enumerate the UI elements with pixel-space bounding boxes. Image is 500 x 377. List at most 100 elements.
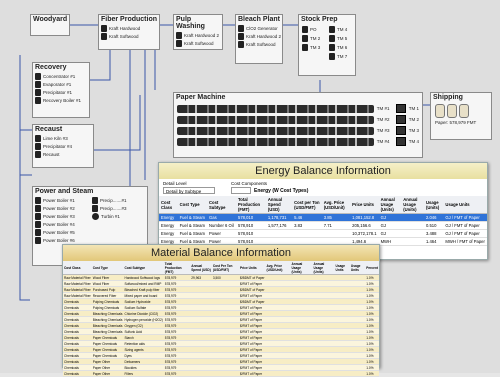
recovery-title: Recovery bbox=[35, 64, 67, 71]
fiber-item: Kraft Softwood bbox=[101, 33, 157, 40]
washer-icon bbox=[176, 40, 182, 47]
tank-icon bbox=[35, 151, 41, 158]
stock-item: TM 5 bbox=[329, 35, 352, 42]
recaust-item: Lime Kiln #3 bbox=[35, 135, 91, 142]
table-cell: GJ bbox=[378, 229, 402, 238]
column-header[interactable]: Cost Class bbox=[159, 196, 178, 214]
pulp-washing-title: Pulp Washing bbox=[176, 16, 205, 30]
boiler-item: Power Boiler #3 bbox=[35, 213, 88, 220]
energy-table: Cost Class Cost Type Cost Subtype Total Pro… bbox=[159, 196, 487, 246]
table-cell bbox=[349, 370, 366, 377]
table-cell: GJ / FMT of Paper bbox=[443, 221, 487, 230]
boiler-item: Power Boiler #2 bbox=[35, 205, 88, 212]
table-cell bbox=[321, 229, 351, 238]
stock-prep-grid: PO TM 4 TM 2 TM 5 TM 3 TM 6 TM 7 bbox=[299, 24, 355, 62]
column-header[interactable]: Usage Units bbox=[349, 261, 366, 275]
recovery-node[interactable]: Recovery Concentrator #1 Evaporator #1 P… bbox=[32, 62, 90, 118]
column-header[interactable]: Total Production (FMT) bbox=[236, 196, 266, 214]
table-cell bbox=[290, 370, 313, 377]
column-header[interactable]: Usage Units bbox=[334, 261, 350, 275]
column-header[interactable]: Annual Usage (Units) bbox=[290, 261, 313, 275]
tank-icon bbox=[302, 35, 308, 42]
boiler-icon bbox=[35, 213, 41, 220]
paper-roll-icon bbox=[435, 104, 445, 118]
column-header[interactable]: Cost Class bbox=[63, 261, 92, 275]
energy-table-body: Energy Fuel & Steam Gas 578,010 1,178,731 5.4… bbox=[159, 213, 487, 246]
table-cell: GJ bbox=[378, 221, 402, 230]
table-cell: 1,081,152.8 bbox=[350, 213, 379, 222]
paper-machine-row: TM #2 TM 2 bbox=[177, 115, 419, 124]
column-header[interactable]: Annual Spend (USD) bbox=[265, 196, 293, 214]
paper-machine-row: TM #1 TM 1 bbox=[177, 104, 419, 113]
paper-rolls bbox=[431, 102, 491, 120]
reel-icon bbox=[395, 104, 406, 113]
column-header[interactable]: Annual Usage (Units) bbox=[378, 196, 402, 214]
material-balance-panel: Material Balance Information Cost Class C… bbox=[62, 244, 380, 377]
recovery-item: Evaporator #1 bbox=[35, 81, 87, 88]
fiber-production-title: Fiber Production bbox=[101, 16, 157, 23]
stock-prep-node[interactable]: Stock Prep PO TM 4 TM 2 TM 5 TM 3 TM 6 T… bbox=[298, 14, 356, 76]
tank-icon bbox=[329, 35, 335, 42]
column-header[interactable]: Cost Type bbox=[177, 196, 207, 214]
fiber-production-node[interactable]: Fiber Production Kraft Hardwood Kraft So… bbox=[98, 14, 160, 50]
table-row[interactable]: Energy Fuel & Steam Gas 578,010 1,178,731 5.4… bbox=[159, 213, 487, 222]
table-cell bbox=[401, 237, 424, 246]
digester-icon bbox=[101, 33, 107, 40]
table-cell: 1.464 bbox=[423, 237, 444, 246]
column-header[interactable]: Cost Per Ton (USD/FMT) bbox=[211, 261, 239, 275]
table-cell: Fuel & Steam bbox=[177, 213, 207, 222]
table-cell bbox=[312, 370, 335, 377]
column-header[interactable]: Avg. Price (USD/Unit) bbox=[321, 196, 351, 214]
table-cell: Fuel & Steam bbox=[177, 221, 207, 230]
column-header[interactable]: Usage (Units) bbox=[423, 196, 444, 214]
table-cell: 3.85 bbox=[321, 213, 351, 222]
table-cell: 578,910 bbox=[236, 221, 266, 230]
column-header[interactable]: Cost Subtype bbox=[123, 261, 164, 275]
table-cell: GJ bbox=[378, 213, 402, 222]
table-row[interactable]: Chemicals Paper Other Fillers 578,979 $/FMT … bbox=[63, 370, 379, 377]
woodyard-title: Woodyard bbox=[33, 16, 68, 23]
column-header[interactable]: Total Production (FMT) bbox=[163, 261, 191, 275]
paper-machine-node[interactable]: Paper Machine TM #1 TM 1 TM #2 TM 2 TM #3 T… bbox=[173, 92, 423, 158]
column-header[interactable]: Price Units bbox=[350, 196, 379, 214]
bleach-plant-node[interactable]: Bleach Plant ClO2 Generator Kraft Hardwo… bbox=[235, 14, 283, 64]
column-header[interactable]: Annual Usage (Units) bbox=[312, 261, 335, 275]
recaust-item: Precipitator #4 bbox=[35, 143, 91, 150]
generator-icon bbox=[238, 25, 244, 32]
boiler-icon bbox=[35, 229, 41, 236]
column-header[interactable]: Usage Units bbox=[443, 196, 487, 214]
stock-item bbox=[302, 53, 325, 60]
bleach-tower-icon bbox=[238, 41, 244, 48]
table-cell: 2.046 bbox=[423, 213, 444, 222]
column-header[interactable]: Percent bbox=[365, 261, 379, 275]
material-balance-title: Material Balance Information bbox=[63, 245, 379, 261]
column-header[interactable]: Avg. Price (USD/Unit) bbox=[265, 261, 291, 275]
table-cell: Energy bbox=[159, 221, 178, 230]
table-row[interactable]: Energy Fuel & Steam Number 6 Oil 578,910 1,5… bbox=[159, 221, 487, 230]
recaust-node[interactable]: Recaust Lime Kiln #3 Precipitator #4 Rec… bbox=[32, 124, 94, 168]
table-cell: 578,010 bbox=[236, 213, 266, 222]
cost-components-select[interactable] bbox=[231, 187, 251, 194]
column-header[interactable]: Annual Spend (USD) bbox=[190, 261, 212, 275]
table-cell: 0.510 bbox=[423, 221, 444, 230]
paper-machine-row: TM #3 TM 3 bbox=[177, 126, 419, 135]
bleach-plant-title: Bleach Plant bbox=[238, 16, 281, 23]
stock-item: TM 3 bbox=[302, 44, 325, 51]
table-cell: GJ / FMT of Paper bbox=[443, 229, 487, 238]
energy-balance-title: Energy Balance Information bbox=[159, 163, 487, 179]
table-cell: GJ / FMT of Paper bbox=[443, 213, 487, 222]
shipping-node[interactable]: Shipping Paper: 578,979 FMT bbox=[430, 92, 492, 140]
column-header[interactable]: Annual Usage (Units) bbox=[401, 196, 424, 214]
tank-icon bbox=[302, 44, 308, 51]
column-header[interactable]: Price Units bbox=[238, 261, 266, 275]
woodyard-node[interactable]: Woodyard bbox=[30, 14, 70, 36]
table-cell: 5.46 bbox=[292, 213, 322, 222]
column-header[interactable]: Cost Subtype bbox=[206, 196, 237, 214]
boiler-item: Power Boiler #1 bbox=[35, 197, 88, 204]
column-header[interactable]: Cost Type bbox=[91, 261, 124, 275]
detail-level-select[interactable]: Detail by Subtype bbox=[163, 187, 215, 194]
pulp-washing-node[interactable]: Pulp Washing Kraft Hardwood 2 Kraft Soft… bbox=[173, 14, 223, 50]
table-row[interactable]: Energy Fuel & Steam Power 578,910 10,372,178… bbox=[159, 229, 487, 238]
reel-icon bbox=[395, 115, 406, 124]
column-header[interactable]: Cost per Ton (USD/FMT) bbox=[292, 196, 322, 214]
